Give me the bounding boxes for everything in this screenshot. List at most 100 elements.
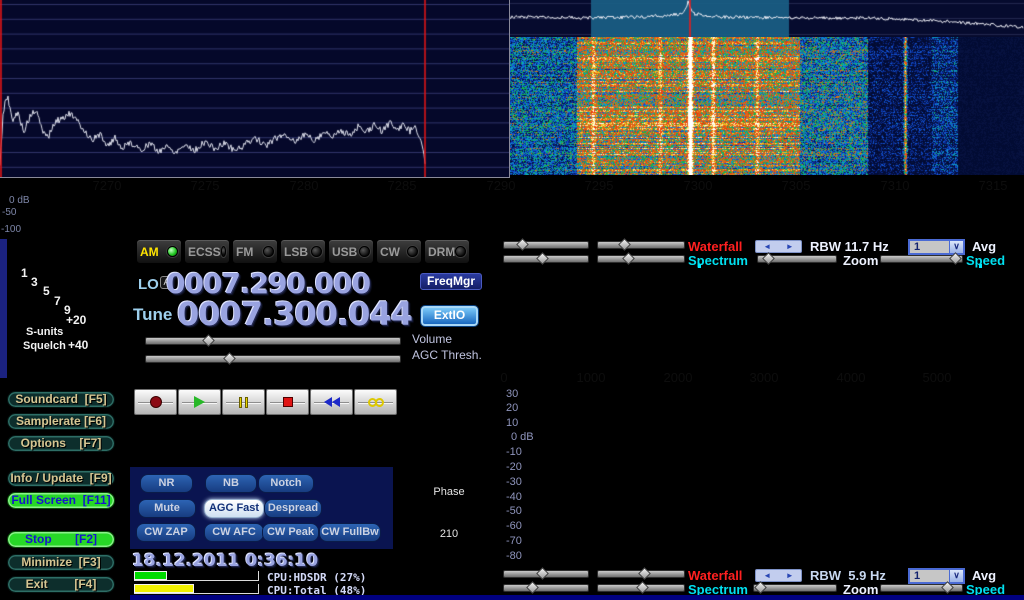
cw-afc-button[interactable]: CW AFC — [204, 523, 264, 542]
avg-bottom-value: 1 — [910, 570, 949, 582]
audio-spectrum[interactable] — [0, 0, 510, 178]
db-tick-label: -40 — [506, 491, 522, 503]
spectrum-range-slider[interactable] — [597, 255, 685, 263]
loop-button[interactable] — [354, 389, 397, 415]
avg-bottom-dropdown[interactable]: 1∨ — [908, 568, 965, 584]
exit-button[interactable]: Exit [F4] — [7, 576, 115, 593]
agc-thresh-slider[interactable] — [145, 355, 401, 363]
cpu-hdsdr-meter — [134, 571, 259, 581]
phase-label: Phase — [427, 486, 471, 498]
mode-cw-button[interactable]: CW — [376, 239, 422, 264]
spectrum2-gain-slider[interactable] — [503, 584, 589, 592]
waterfall-brightness-slider[interactable] — [503, 241, 589, 249]
chevron-down-icon[interactable]: ∨ — [949, 241, 963, 253]
slider-thumb[interactable] — [618, 238, 631, 251]
mode-button-row: AM ECSS FM LSB USB CW DRM — [136, 239, 470, 264]
nr-button[interactable]: NR — [140, 474, 193, 493]
waterfall2-brightness-slider[interactable] — [503, 570, 589, 578]
despread-button[interactable]: Despread — [264, 499, 322, 518]
slider-thumb[interactable] — [536, 567, 549, 580]
options-button[interactable]: Options [F7] — [7, 435, 115, 452]
arrow-left-icon[interactable]: ◄ — [763, 241, 771, 252]
agc-fast-button[interactable]: AGC Fast — [204, 499, 264, 518]
smeter-tick-label: +40 — [68, 338, 88, 352]
waterfall2-shift-buttons[interactable]: ◄► — [755, 569, 802, 582]
play-button[interactable] — [178, 389, 221, 415]
slider-thumb[interactable] — [762, 252, 775, 265]
avg-top-label: Avg — [972, 239, 996, 254]
audio-tick-label: 2000 — [658, 370, 698, 385]
spectrum-label[interactable]: Spectrum — [688, 253, 748, 268]
overview-db-label: 0 dB — [9, 195, 30, 206]
cpu-total-meter — [134, 584, 259, 594]
slider-thumb[interactable] — [526, 581, 539, 594]
waterfall-contrast-slider[interactable] — [597, 241, 685, 249]
mode-lsb-button[interactable]: LSB — [280, 239, 326, 264]
cpu-total-bar — [134, 584, 194, 593]
smeter-tick-label: 5 — [43, 284, 50, 298]
cw-peak-button[interactable]: CW Peak — [262, 523, 319, 542]
stop-icon — [283, 397, 293, 407]
speed-bottom-slider[interactable] — [880, 584, 963, 592]
cw-fullbw-button[interactable]: CW FullBw — [319, 523, 381, 542]
mode-usb-button[interactable]: USB — [328, 239, 374, 264]
info-update-button[interactable]: Info / Update [F9] — [7, 470, 115, 487]
smeter-tick-label: 3 — [31, 275, 38, 289]
cw-zap-button[interactable]: CW ZAP — [136, 523, 196, 542]
arrow-right-icon[interactable]: ► — [786, 241, 794, 252]
soundcard-button[interactable]: Soundcard [F5] — [7, 391, 115, 408]
mode-am-button[interactable]: AM — [136, 239, 182, 264]
spectrum2-range-slider[interactable] — [597, 584, 685, 592]
zoom-bottom-slider[interactable] — [753, 584, 837, 592]
slider-thumb[interactable] — [536, 252, 549, 265]
volume-slider-thumb[interactable] — [203, 334, 216, 347]
record-icon — [150, 396, 162, 408]
waterfall2-contrast-slider[interactable] — [597, 570, 685, 578]
mute-button[interactable]: Mute — [138, 499, 196, 518]
extio-button[interactable]: ExtIO — [421, 306, 478, 326]
rewind-icon — [324, 397, 332, 407]
freq-tick-label: 7280 — [284, 178, 324, 193]
mode-ecss-button[interactable]: ECSS — [184, 239, 230, 264]
slider-thumb[interactable] — [754, 581, 767, 594]
speed-top-slider[interactable] — [880, 255, 963, 263]
nb-button[interactable]: NB — [205, 474, 257, 493]
samplerate-button[interactable]: Samplerate [F6] — [7, 413, 115, 430]
chevron-down-icon[interactable]: ∨ — [949, 570, 963, 582]
arrow-right-icon[interactable]: ► — [786, 570, 794, 581]
waterfall-shift-buttons[interactable]: ◄► — [755, 240, 802, 253]
slider-thumb[interactable] — [516, 238, 529, 251]
record-button[interactable] — [134, 389, 177, 415]
minimize-button[interactable]: Minimize [F3] — [7, 554, 115, 571]
slider-thumb[interactable] — [622, 252, 635, 265]
speed-top-label: Speed — [966, 253, 1005, 268]
db-tick-label: -30 — [506, 476, 522, 488]
slider-thumb[interactable] — [638, 567, 651, 580]
cpu-hdsdr-label: CPU:HDSDR (27%) — [267, 571, 366, 584]
freqmgr-button[interactable]: FreqMgr — [420, 273, 482, 290]
arrow-left-icon[interactable]: ◄ — [763, 570, 771, 581]
pause-button[interactable] — [222, 389, 265, 415]
notch-button[interactable]: Notch — [258, 474, 314, 493]
slider-thumb[interactable] — [637, 581, 650, 594]
zoom-top-slider[interactable] — [757, 255, 837, 263]
waterfall-label[interactable]: Waterfall — [688, 239, 742, 254]
rbw-top-label: RBW 11.7 Hz — [810, 239, 889, 254]
avg-top-value: 1 — [910, 241, 949, 253]
volume-slider[interactable] — [145, 337, 401, 345]
play-icon — [194, 396, 205, 408]
slider-thumb[interactable] — [941, 581, 954, 594]
rewind-button[interactable] — [310, 389, 353, 415]
tune-frequency-display[interactable]: 0007.300.044 — [177, 295, 412, 333]
mode-drm-button[interactable]: DRM — [424, 239, 470, 264]
agc-thresh-slider-thumb[interactable] — [223, 352, 236, 365]
waterfall2-label[interactable]: Waterfall — [688, 568, 742, 583]
slider-thumb[interactable] — [950, 252, 963, 265]
fullscreen-button[interactable]: Full Screen [F11] — [7, 492, 115, 509]
avg-bottom-label: Avg — [972, 568, 996, 583]
stop-button[interactable]: Stop [F2] — [7, 531, 115, 548]
spectrum-gain-slider[interactable] — [503, 255, 589, 263]
smeter-tick-label: +20 — [66, 313, 86, 327]
mode-fm-button[interactable]: FM — [232, 239, 278, 264]
stop-playback-button[interactable] — [266, 389, 309, 415]
